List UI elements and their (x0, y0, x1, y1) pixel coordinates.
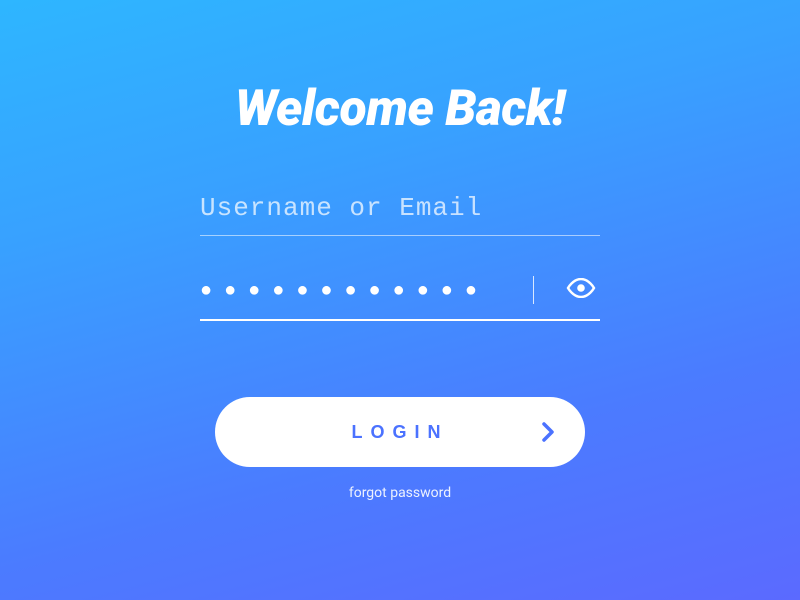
username-input[interactable] (200, 193, 600, 223)
username-row (200, 193, 600, 236)
text-caret (533, 276, 534, 304)
login-form: ●●●●●●●●●●●● LOGIN forgot password (200, 193, 600, 501)
toggle-password-visibility-button[interactable] (562, 274, 600, 305)
forgot-password-link[interactable]: forgot password (349, 485, 451, 501)
page-title: Welcome Back! (235, 80, 565, 138)
login-button-label: LOGIN (352, 422, 449, 443)
login-button[interactable]: LOGIN (215, 397, 585, 467)
eye-icon (566, 278, 596, 301)
password-row: ●●●●●●●●●●●● (200, 274, 600, 321)
password-input[interactable]: ●●●●●●●●●●●● (200, 277, 537, 303)
chevron-right-icon (541, 421, 555, 443)
